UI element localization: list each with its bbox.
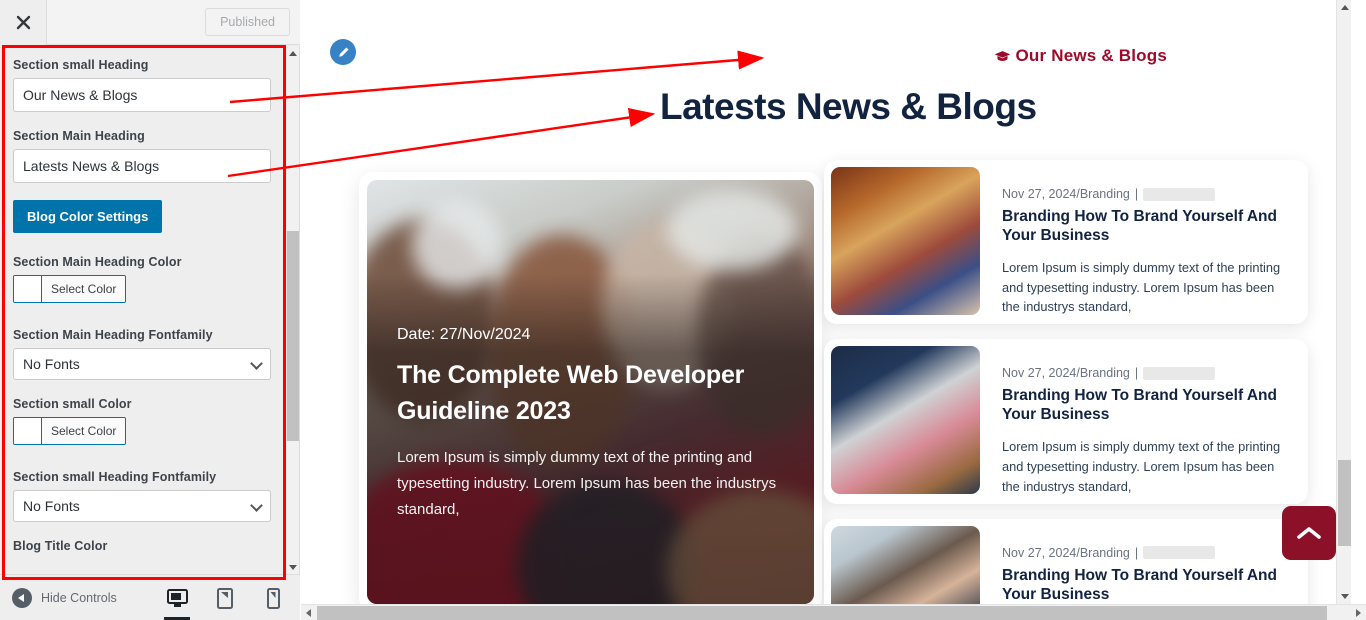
back-to-top-button[interactable] — [1282, 506, 1336, 560]
featured-description: Lorem Ipsum is simply dummy text of the … — [397, 449, 777, 518]
main-heading-font-select[interactable]: No Fonts — [13, 348, 271, 380]
featured-overlay: Date: 27/Nov/2024 The Complete Web Devel… — [367, 274, 814, 604]
blog-card-redacted-meta — [1143, 546, 1216, 560]
customizer-screen: Published Section small Heading Section … — [0, 0, 1366, 620]
blog-card-separator: | — [1134, 366, 1139, 381]
desktop-icon[interactable] — [162, 577, 192, 620]
horizontal-scrollbar-thumb[interactable] — [317, 606, 1327, 620]
tablet-icon[interactable] — [210, 577, 240, 620]
color-swatch[interactable] — [14, 276, 42, 302]
graduation-cap-icon — [995, 50, 1011, 61]
featured-title[interactable]: The Complete Web Developer Guideline 202… — [397, 358, 784, 429]
control-label: Section small Color — [13, 397, 132, 411]
mobile-icon[interactable] — [258, 577, 288, 620]
blog-card-body: Nov 27, 2024/Branding | Branding How To … — [980, 167, 1301, 317]
close-icon[interactable] — [0, 0, 46, 45]
scroll-up-icon[interactable] — [1337, 0, 1351, 15]
blog-card[interactable]: Nov 27, 2024/Branding | Branding How To … — [824, 160, 1308, 325]
blog-card-title[interactable]: Branding How To Brand Yourself And Your … — [1002, 387, 1291, 425]
blog-card[interactable]: Nov 27, 2024/Branding | Branding How To … — [824, 518, 1308, 604]
site-preview: Our News & Blogs Latests News & Blogs Da… — [301, 0, 1351, 604]
customizer-title-bar: Published — [46, 0, 300, 45]
control-blog-title-color: Blog Title Color — [13, 539, 273, 553]
control-label: Section small Heading Fontfamily — [13, 470, 217, 484]
customizer-panel: Published Section small Heading Section … — [0, 0, 300, 620]
color-swatch[interactable] — [14, 418, 42, 444]
blog-card-description: Lorem Ipsum is simply dummy text of the … — [1002, 259, 1281, 315]
blog-card-meta: Nov 27, 2024/Branding | — [1002, 187, 1291, 201]
small-heading-color-picker[interactable]: Select Color — [13, 417, 127, 445]
control-label: Section small Heading — [13, 58, 149, 72]
main-heading-color-picker[interactable]: Select Color — [13, 275, 127, 303]
blog-cards-column: Nov 27, 2024/Branding | Branding How To … — [824, 160, 1311, 604]
blog-thumbnail — [831, 525, 980, 604]
blog-card-body: Nov 27, 2024/Branding | Branding How To … — [980, 346, 1301, 496]
blog-card-separator: | — [1134, 187, 1139, 201]
customizer-scrollbar[interactable] — [285, 46, 299, 574]
section-main-heading: Latests News & Blogs — [660, 86, 1037, 127]
scroll-down-icon[interactable] — [1337, 589, 1351, 604]
blog-card-date: Nov 27, 2024/Branding — [1002, 187, 1130, 201]
control-label: Section Main Heading Color — [13, 255, 182, 269]
blog-card[interactable]: Nov 27, 2024/Branding | Branding How To … — [824, 339, 1308, 504]
scroll-left-icon[interactable] — [301, 605, 316, 620]
blog-color-settings-button[interactable]: Blog Color Settings — [13, 200, 163, 233]
scroll-up-icon[interactable] — [286, 46, 300, 60]
select-color-label: Select Color — [42, 418, 126, 444]
control-section-main-heading-fontfamily: Section Main Heading Fontfamily No Fonts — [13, 328, 273, 380]
scrollbar-thumb[interactable] — [287, 231, 299, 441]
control-section-main-heading: Section Main Heading — [13, 129, 273, 183]
customizer-header: Published — [0, 0, 300, 46]
featured-blog-card[interactable]: Date: 27/Nov/2024 The Complete Web Devel… — [359, 172, 822, 604]
blog-card-description: Lorem Ipsum is simply dummy text of the … — [1002, 439, 1281, 494]
blog-card-meta: Nov 27, 2024/Branding | — [1002, 546, 1291, 560]
control-section-small-heading: Section small Heading — [13, 58, 273, 112]
hide-controls-button[interactable]: Hide Controls — [12, 587, 117, 608]
section-main-heading-input[interactable] — [13, 149, 271, 183]
control-label: Section Main Heading Fontfamily — [13, 328, 213, 342]
publish-button[interactable]: Published — [205, 8, 290, 36]
device-preview-buttons — [162, 575, 288, 620]
blog-thumbnail — [831, 346, 980, 495]
featured-blog-image: Date: 27/Nov/2024 The Complete Web Devel… — [367, 180, 814, 604]
section-small-heading-input[interactable] — [13, 78, 271, 112]
blog-card-redacted-meta — [1143, 187, 1216, 201]
small-heading-font-select-wrap: No Fonts — [13, 490, 271, 522]
pencil-icon[interactable] — [330, 39, 356, 65]
hide-controls-label: Hide Controls — [41, 590, 117, 605]
horizontal-scrollbar[interactable] — [301, 604, 1366, 620]
control-blog-color-settings: Blog Color Settings — [13, 200, 273, 233]
scroll-down-icon[interactable] — [286, 560, 300, 574]
section-small-heading: Our News & Blogs — [994, 46, 1167, 66]
blog-card-meta: Nov 27, 2024/Branding | — [1002, 366, 1291, 380]
collapse-arrow-icon — [12, 587, 32, 608]
preview-scrollbar[interactable] — [1336, 0, 1351, 604]
blog-card-separator: | — [1134, 545, 1139, 560]
section-small-heading-text: Our News & Blogs — [1015, 46, 1167, 65]
control-section-main-heading-color: Section Main Heading Color Select Color — [13, 255, 273, 307]
blog-card-body: Nov 27, 2024/Branding | Branding How To … — [980, 526, 1301, 604]
chevron-up-icon — [1297, 527, 1321, 539]
blog-card-title[interactable]: Branding How To Brand Yourself And Your … — [1002, 208, 1291, 246]
scroll-right-icon[interactable] — [1351, 605, 1366, 620]
control-label: Section Main Heading — [13, 129, 145, 143]
main-heading-font-select-wrap: No Fonts — [13, 348, 271, 380]
blog-card-date: Nov 27, 2024/Branding — [1002, 366, 1130, 381]
small-heading-font-select[interactable]: No Fonts — [13, 490, 271, 522]
blog-card-redacted-meta — [1143, 366, 1216, 380]
blog-card-title[interactable]: Branding How To Brand Yourself And Your … — [1002, 567, 1291, 604]
control-section-small-color: Section small Color Select Color — [13, 397, 273, 449]
blog-thumbnail — [831, 167, 980, 315]
blog-card-date: Nov 27, 2024/Branding — [1002, 545, 1130, 560]
customizer-controls-scroll[interactable]: Section small Heading Section Main Headi… — [0, 46, 286, 574]
customizer-footer: Hide Controls — [0, 574, 300, 620]
control-label: Blog Title Color — [13, 539, 108, 553]
control-section-small-heading-fontfamily: Section small Heading Fontfamily No Font… — [13, 470, 273, 522]
select-color-label: Select Color — [42, 276, 126, 302]
featured-date: Date: 27/Nov/2024 — [397, 326, 531, 343]
scrollbar-thumb[interactable] — [1338, 460, 1351, 546]
